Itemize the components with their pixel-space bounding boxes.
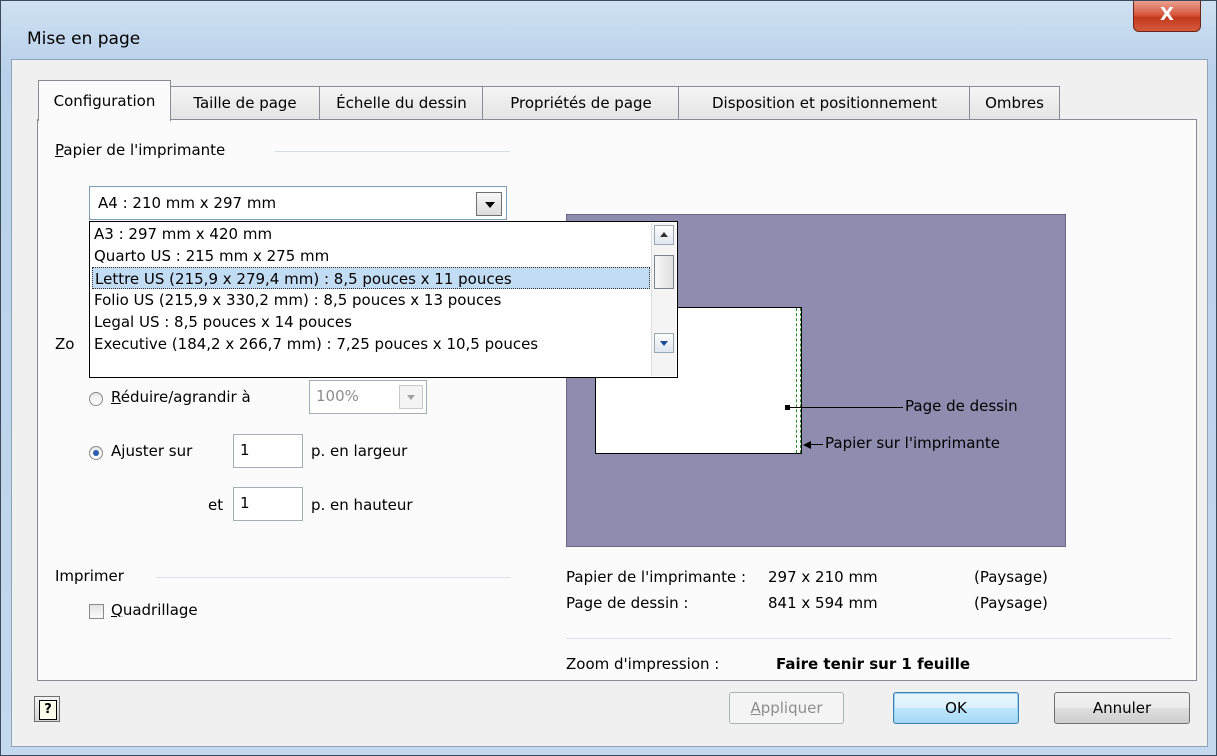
- info-drawing-page-value: 841 x 594 mm: [768, 594, 878, 612]
- tab-drawing-scale[interactable]: Échelle du dessin: [319, 86, 484, 119]
- list-item[interactable]: Folio US (215,9 x 330,2 mm) : 8,5 pouces…: [92, 289, 652, 311]
- close-icon: X: [1160, 4, 1174, 25]
- printer-paper-edge: [796, 308, 801, 453]
- list-item[interactable]: A3 : 297 mm x 420 mm: [92, 223, 652, 245]
- info-drawing-page-orientation: (Paysage): [974, 594, 1048, 612]
- chevron-down-icon: [485, 202, 495, 208]
- list-item[interactable]: Executive (184,2 x 266,7 mm) : 7,25 pouc…: [92, 333, 652, 355]
- ok-button[interactable]: OK: [893, 692, 1019, 724]
- info-divider: [566, 638, 1171, 639]
- title-bar: Mise en page X: [1, 1, 1216, 51]
- listbox-scrollbar[interactable]: [651, 223, 676, 376]
- gridlines-label: Quadrillage: [111, 601, 198, 619]
- printer-paper-select[interactable]: A4 : 210 mm x 297 mm: [89, 186, 507, 220]
- printer-paper-listbox[interactable]: A3 : 297 mm x 420 mm Quarto US : 215 mm …: [89, 221, 678, 378]
- pages-high-input[interactable]: 1: [233, 487, 303, 521]
- arrow-left-icon: [803, 441, 811, 449]
- list-item-selected[interactable]: Lettre US (215,9 x 279,4 mm) : 8,5 pouce…: [92, 267, 650, 289]
- scroll-down-button[interactable]: [654, 333, 674, 353]
- print-group-label: Imprimer: [55, 567, 124, 585]
- reduce-enlarge-radio[interactable]: [89, 392, 103, 406]
- info-printer-paper-value: 297 x 210 mm: [768, 568, 878, 586]
- zoom-percent-dropdown[interactable]: [399, 385, 423, 409]
- info-printer-paper-label: Papier de l'imprimante :: [566, 568, 747, 586]
- reduce-enlarge-label: Réduire/agrandir à: [111, 388, 251, 406]
- scroll-up-button[interactable]: [654, 225, 674, 245]
- list-item[interactable]: Quarto US : 215 mm x 275 mm: [92, 245, 652, 267]
- close-button[interactable]: X: [1133, 1, 1201, 32]
- tab-page-properties[interactable]: Propriétés de page: [482, 86, 680, 119]
- group-divider: [156, 577, 510, 578]
- pages-wide-input[interactable]: 1: [233, 434, 303, 468]
- pages-wide-suffix: p. en largeur: [311, 442, 408, 460]
- zoom-percent-combo[interactable]: 100%: [309, 380, 427, 414]
- dialog-title: Mise en page: [27, 29, 141, 49]
- leader-line: [789, 407, 903, 408]
- print-zoom-label: Zoom d'impression :: [566, 655, 720, 673]
- and-label: et: [208, 496, 224, 514]
- apply-button[interactable]: Appliquer: [729, 692, 844, 724]
- chevron-down-icon: [407, 395, 415, 400]
- fit-to-radio[interactable]: [89, 446, 103, 460]
- dialog-body: Configuration Taille de page Échelle du …: [11, 59, 1208, 747]
- zoom-group-label: Zo: [55, 335, 75, 353]
- page-setup-dialog: Mise en page X Configuration Taille de p…: [0, 0, 1217, 756]
- print-zoom-value: Faire tenir sur 1 feuille: [776, 655, 971, 673]
- drawing-page-label: Page de dessin: [905, 397, 1018, 415]
- pages-high-suffix: p. en hauteur: [311, 496, 413, 514]
- printer-paper-selected: A4 : 210 mm x 297 mm: [98, 194, 277, 212]
- info-drawing-page-label: Page de dessin :: [566, 594, 689, 612]
- fit-to-label: Ajuster sur: [111, 442, 193, 460]
- zoom-percent-value: 100%: [316, 387, 359, 405]
- group-divider: [275, 151, 510, 152]
- tab-shadows[interactable]: Ombres: [969, 86, 1060, 119]
- printer-paper-label: Papier sur l'imprimante: [825, 434, 1001, 452]
- configuration-panel: Papier de l'imprimante A4 : 210 mm x 297…: [37, 119, 1197, 681]
- dropdown-button[interactable]: [476, 192, 502, 216]
- info-printer-paper-orientation: (Paysage): [974, 568, 1048, 586]
- chevron-up-icon: [660, 232, 668, 237]
- printer-paper-group-label: Papier de l'imprimante: [55, 141, 226, 159]
- leader-line: [811, 444, 823, 445]
- chevron-down-icon: [660, 341, 668, 346]
- tab-layout-positioning[interactable]: Disposition et positionnement: [678, 86, 971, 119]
- cancel-button[interactable]: Annuler: [1054, 692, 1190, 724]
- scroll-thumb[interactable]: [654, 255, 674, 289]
- gridlines-checkbox[interactable]: [89, 604, 104, 619]
- tab-page-size[interactable]: Taille de page: [169, 86, 321, 119]
- tab-configuration[interactable]: Configuration: [38, 80, 171, 121]
- help-button[interactable]: ?: [34, 696, 60, 722]
- list-item[interactable]: Legal US : 8,5 pouces x 14 pouces: [92, 311, 652, 333]
- help-icon: ?: [39, 700, 57, 720]
